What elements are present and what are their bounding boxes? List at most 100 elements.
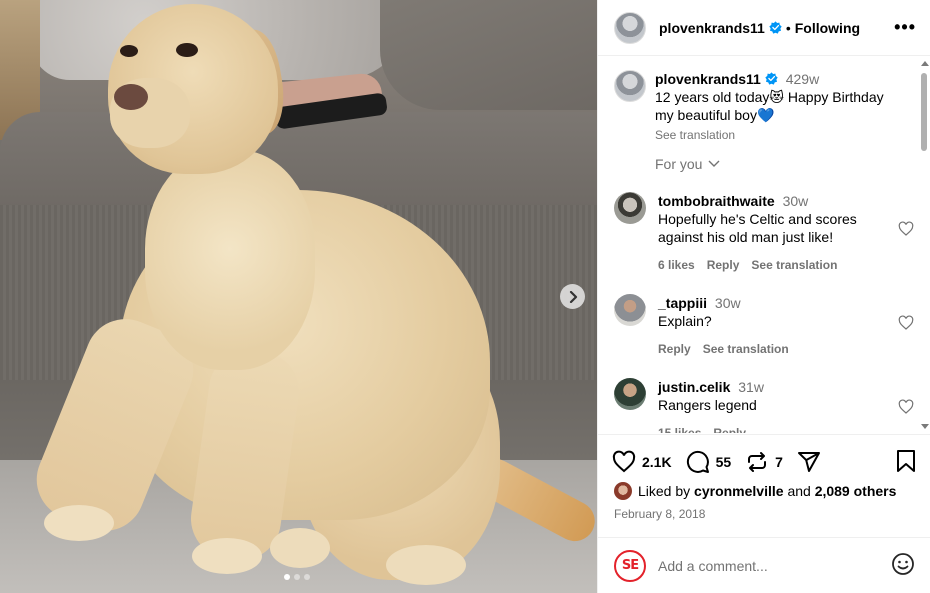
like-comment-heart-icon[interactable] <box>898 221 914 237</box>
comment-item: justin.celik 31w Rangers legend 15 likes… <box>614 378 914 433</box>
liked-by-middle: and <box>787 483 811 499</box>
caption-see-translation[interactable]: See translation <box>655 126 895 144</box>
following-button[interactable]: Following <box>795 20 860 36</box>
se-logo: SE <box>621 558 639 573</box>
owner-username[interactable]: plovenkrands11 <box>659 20 765 36</box>
comment-text: Rangers legend <box>658 397 757 413</box>
comments-scrollbar[interactable] <box>918 57 930 433</box>
dog-paw <box>44 505 114 541</box>
comment-time[interactable]: 30w <box>715 295 741 311</box>
reply-button[interactable]: Reply <box>707 256 740 274</box>
comment-meta: 6 likes Reply See translation <box>658 256 878 274</box>
header-separator: • <box>785 19 791 36</box>
caption-avatar[interactable] <box>614 70 646 102</box>
comment-text: Hopefully he's Celtic and scores against… <box>658 211 857 245</box>
carousel-next-button[interactable] <box>560 284 585 309</box>
comment-likes[interactable]: 15 likes <box>658 424 701 433</box>
repost-count: 7 <box>775 454 783 470</box>
scroll-down-arrow-icon[interactable] <box>921 424 929 429</box>
comment-meta: Reply See translation <box>658 340 878 358</box>
dog-eye <box>176 43 198 57</box>
carousel-dot <box>304 574 310 580</box>
like-button[interactable]: 2.1K <box>612 450 672 474</box>
dog-nose <box>114 84 148 110</box>
liked-by-prefix: Liked by <box>638 483 691 499</box>
liker-avatar[interactable] <box>614 482 632 500</box>
comment-input[interactable] <box>658 557 868 574</box>
caption-text-block: plovenkrands11 429w 12 years old today😻 … <box>655 70 895 144</box>
see-translation-button[interactable]: See translation <box>751 256 837 274</box>
carousel-dots <box>284 574 310 580</box>
post-date[interactable]: February 8, 2018 <box>614 507 705 521</box>
caption-username[interactable]: plovenkrands11 <box>655 71 761 87</box>
like-comment-heart-icon[interactable] <box>898 399 914 415</box>
chevron-right-icon <box>569 290 577 303</box>
comment-body: _tappiii 30w Explain? Reply See translat… <box>658 294 878 358</box>
comment-time[interactable]: 31w <box>738 379 764 395</box>
comment-text: Explain? <box>658 313 712 329</box>
liked-by: Liked by cyronmelville and 2,089 others <box>614 482 896 500</box>
caption-body: 12 years old today😻 Happy Birthday my be… <box>655 89 884 123</box>
comment-item: _tappiii 30w Explain? Reply See translat… <box>614 294 914 358</box>
more-options-button[interactable]: ••• <box>894 17 916 38</box>
reply-button[interactable]: Reply <box>658 340 691 358</box>
comment-likes[interactable]: 6 likes <box>658 256 695 274</box>
emoji-button[interactable] <box>891 552 915 579</box>
sofa-cushion <box>380 0 597 110</box>
comment-time[interactable]: 30w <box>783 193 809 209</box>
caption-time[interactable]: 429w <box>786 71 819 87</box>
verified-badge-icon <box>765 72 778 85</box>
repost-icon <box>748 452 767 472</box>
caption: plovenkrands11 429w 12 years old today😻 … <box>614 70 895 144</box>
dog-paw <box>386 545 466 585</box>
dog-paw <box>270 528 330 568</box>
liker-username[interactable]: cyronmelville <box>694 483 784 499</box>
like-comment-heart-icon[interactable] <box>898 315 914 331</box>
comment-count: 55 <box>715 454 732 470</box>
action-bar: 2.1K 55 7 <box>612 449 917 475</box>
current-user-avatar: SE <box>614 549 646 582</box>
share-button[interactable] <box>797 450 821 474</box>
commenter-username[interactable]: _tappiii <box>658 295 707 311</box>
scrollbar-thumb[interactable] <box>921 73 927 151</box>
comment-item: tombobraithwaite 30w Hopefully he's Celt… <box>614 192 914 274</box>
chevron-down-icon <box>708 160 720 167</box>
comment-button[interactable]: 55 <box>686 450 732 474</box>
for-you-label: For you <box>655 156 703 172</box>
commenter-avatar[interactable] <box>614 294 646 326</box>
dog-paw <box>192 538 262 574</box>
repost-button[interactable]: 7 <box>745 450 783 474</box>
commenter-username[interactable]: tombobraithwaite <box>658 193 775 209</box>
emoji-icon <box>892 553 914 575</box>
see-translation-button[interactable]: See translation <box>703 340 789 358</box>
comment-body: tombobraithwaite 30w Hopefully he's Celt… <box>658 192 878 274</box>
post-header: plovenkrands11 • Following ••• <box>598 0 930 56</box>
save-button[interactable] <box>895 449 917 476</box>
post-actions: 2.1K 55 7 Liked by cyronmelville and 2,0… <box>598 434 930 521</box>
liked-by-others[interactable]: 2,089 others <box>815 483 897 499</box>
comment-body: justin.celik 31w Rangers legend 15 likes… <box>658 378 878 433</box>
comment-icon <box>686 450 709 473</box>
commenter-username[interactable]: justin.celik <box>658 379 730 395</box>
bookmark-icon <box>897 449 915 472</box>
reply-button[interactable]: Reply <box>713 424 746 433</box>
heart-icon <box>612 450 636 473</box>
owner-avatar[interactable] <box>614 11 646 44</box>
verified-badge-icon <box>769 21 782 34</box>
post-side-panel: plovenkrands11 • Following ••• plovenkra… <box>597 0 930 593</box>
comments-list[interactable]: plovenkrands11 429w 12 years old today😻 … <box>598 57 917 433</box>
comment-meta: 15 likes Reply <box>658 424 878 433</box>
instagram-post-modal: plovenkrands11 • Following ••• plovenkra… <box>0 0 930 593</box>
commenter-avatar[interactable] <box>614 378 646 410</box>
dog-eye <box>120 45 138 57</box>
carousel-dot-active <box>284 574 290 580</box>
for-you-dropdown[interactable]: For you <box>655 156 720 172</box>
carousel-dot <box>294 574 300 580</box>
add-comment-bar: SE <box>598 537 930 593</box>
post-photo[interactable] <box>0 0 597 593</box>
like-count[interactable]: 2.1K <box>642 454 672 470</box>
commenter-avatar[interactable] <box>614 192 646 224</box>
scroll-up-arrow-icon[interactable] <box>921 61 929 66</box>
send-icon <box>797 452 820 472</box>
dog-chest <box>145 150 315 370</box>
